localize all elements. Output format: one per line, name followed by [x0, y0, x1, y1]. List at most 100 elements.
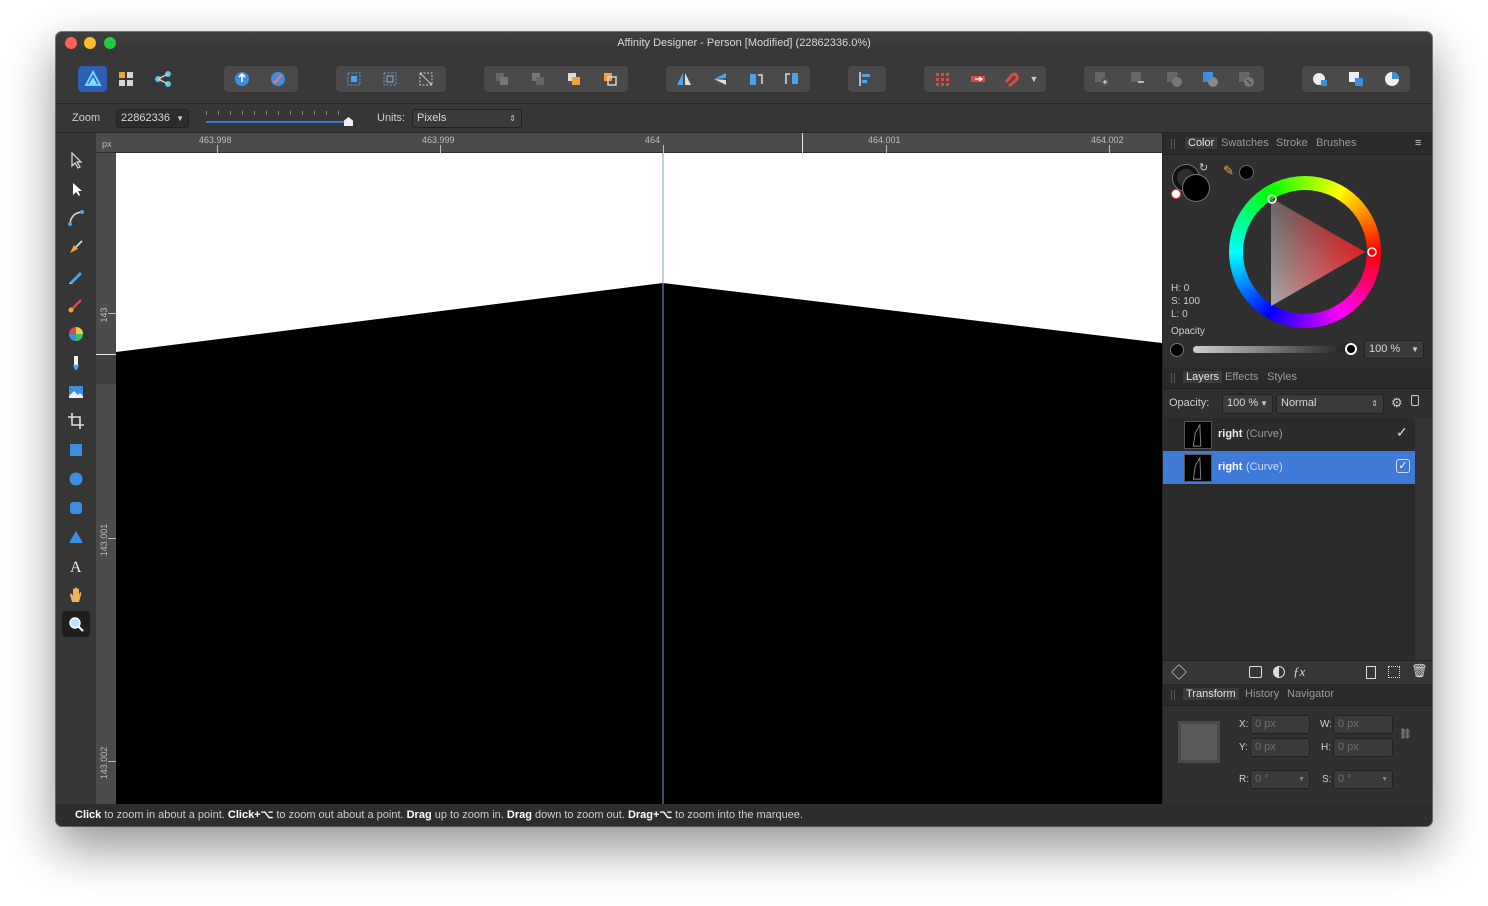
- artboard-tool[interactable]: [62, 408, 90, 434]
- x-field[interactable]: 0 px: [1250, 715, 1310, 734]
- view-tool[interactable]: [62, 582, 90, 608]
- fill-swatch[interactable]: [1183, 175, 1209, 201]
- insert-top-button[interactable]: [1374, 66, 1410, 92]
- move-back-one-button[interactable]: [520, 66, 556, 92]
- rotation-field[interactable]: 0 ° ▼: [1250, 770, 1310, 789]
- tab-transform[interactable]: Transform: [1183, 688, 1239, 700]
- text-tool[interactable]: A: [62, 553, 90, 579]
- layers-scrollbar[interactable]: [1415, 418, 1432, 660]
- panel-grip[interactable]: [1171, 139, 1175, 149]
- no-fill-icon[interactable]: [1171, 189, 1181, 199]
- add-group-icon[interactable]: [1388, 666, 1400, 678]
- shear-field[interactable]: 0 ° ▼: [1333, 770, 1393, 789]
- force-pixel-alignment-button[interactable]: [960, 66, 996, 92]
- flip-horizontal-button[interactable]: [666, 66, 702, 92]
- fx-icon[interactable]: ƒx: [1293, 664, 1305, 680]
- add-boolean-button[interactable]: [1084, 66, 1120, 92]
- canvas[interactable]: [116, 153, 1162, 804]
- divide-boolean-button[interactable]: [1228, 66, 1264, 92]
- visibility-checkbox[interactable]: ✓: [1396, 459, 1410, 473]
- tab-color[interactable]: Color: [1185, 137, 1218, 149]
- y-field[interactable]: 0 px: [1250, 738, 1310, 757]
- add-layer-icon[interactable]: [1366, 666, 1376, 679]
- insert-inside-button[interactable]: [1302, 66, 1338, 92]
- swap-colors-icon[interactable]: ↻: [1199, 161, 1208, 174]
- zoom-slider-thumb[interactable]: [344, 117, 353, 126]
- share-button[interactable]: [224, 66, 260, 92]
- node-tool[interactable]: [62, 176, 90, 202]
- corner-tool[interactable]: [62, 205, 90, 231]
- panel-menu-icon[interactable]: ≡: [1415, 137, 1421, 149]
- adjustment-layer-icon[interactable]: [1273, 666, 1285, 678]
- vector-brush-tool[interactable]: [62, 292, 90, 318]
- tab-history[interactable]: History: [1245, 688, 1279, 700]
- snapping-options-dropdown[interactable]: ▼: [1026, 66, 1042, 92]
- tab-effects[interactable]: Effects: [1225, 371, 1258, 383]
- xor-boolean-button[interactable]: [1192, 66, 1228, 92]
- intersect-boolean-button[interactable]: [1156, 66, 1192, 92]
- triangle-tool[interactable]: [62, 524, 90, 550]
- color-triangle[interactable]: [1229, 176, 1381, 328]
- lock-icon[interactable]: [1411, 395, 1419, 406]
- visibility-checkmark-icon[interactable]: ✓: [1396, 424, 1408, 441]
- assistant-button[interactable]: [260, 66, 296, 92]
- insert-behind-button[interactable]: [1338, 66, 1374, 92]
- move-to-back-button[interactable]: [484, 66, 520, 92]
- tab-brushes[interactable]: Brushes: [1316, 137, 1356, 149]
- subtract-boolean-button[interactable]: [1120, 66, 1156, 92]
- opacity-field[interactable]: 100 % ▼: [1364, 340, 1424, 359]
- designer-persona-button[interactable]: [78, 66, 108, 92]
- h-field[interactable]: 0 px: [1333, 738, 1393, 757]
- move-to-front-button[interactable]: [592, 66, 628, 92]
- zoom-tool[interactable]: [62, 611, 90, 637]
- invert-selection-button[interactable]: [408, 66, 444, 92]
- rectangle-tool[interactable]: [62, 437, 90, 463]
- layer-row[interactable]: right (Curve) ✓: [1163, 451, 1415, 484]
- snapping-button[interactable]: [996, 66, 1026, 92]
- tab-styles[interactable]: Styles: [1267, 371, 1297, 383]
- flip-vertical-button[interactable]: [702, 66, 738, 92]
- deselect-button[interactable]: [372, 66, 408, 92]
- minimize-window-button[interactable]: [84, 37, 96, 49]
- move-tool[interactable]: [62, 147, 90, 173]
- mask-layer-icon[interactable]: [1249, 666, 1262, 678]
- zoom-slider[interactable]: [202, 110, 356, 128]
- place-image-tool[interactable]: [62, 379, 90, 405]
- tab-layers[interactable]: Layers: [1183, 371, 1223, 383]
- zoom-field[interactable]: 22862336 ▼: [116, 109, 189, 128]
- link-ratio-icon[interactable]: ⛓: [1399, 729, 1412, 740]
- layer-settings-gear-icon[interactable]: ⚙: [1391, 395, 1403, 411]
- rounded-rectangle-tool[interactable]: [62, 495, 90, 521]
- layer-opacity-field[interactable]: 100 % ▼: [1222, 394, 1273, 414]
- move-forward-one-button[interactable]: [556, 66, 592, 92]
- w-field[interactable]: 0 px: [1333, 715, 1393, 734]
- horizontal-ruler[interactable]: px 463.998 463.999 464 464.001 464.002: [96, 133, 1162, 153]
- layers-stack-icon[interactable]: [1171, 664, 1187, 680]
- vertical-ruler[interactable]: 143 143.001 143.002: [96, 153, 116, 804]
- trash-icon[interactable]: 🗑: [1411, 663, 1428, 679]
- opacity-slider-thumb[interactable]: [1345, 343, 1357, 355]
- pen-tool[interactable]: [62, 234, 90, 260]
- transparency-tool[interactable]: [62, 350, 90, 376]
- panel-grip[interactable]: [1171, 373, 1175, 383]
- panel-grip[interactable]: [1171, 690, 1175, 700]
- tab-swatches[interactable]: Swatches: [1221, 137, 1269, 149]
- align-button[interactable]: [848, 66, 884, 92]
- opacity-slider[interactable]: [1193, 343, 1357, 355]
- layer-row[interactable]: right (Curve) ✓: [1163, 418, 1415, 451]
- fill-tool[interactable]: [62, 321, 90, 347]
- blend-mode-select[interactable]: Normal ⇕: [1276, 394, 1384, 414]
- close-window-button[interactable]: [65, 37, 77, 49]
- pixel-persona-button[interactable]: [107, 66, 144, 92]
- units-select[interactable]: Pixels ⇕: [412, 109, 522, 128]
- tab-stroke[interactable]: Stroke: [1276, 137, 1308, 149]
- anchor-selector[interactable]: [1181, 724, 1217, 760]
- export-persona-button[interactable]: [145, 66, 182, 92]
- ellipse-tool[interactable]: [62, 466, 90, 492]
- rotate-right-button[interactable]: [774, 66, 810, 92]
- select-all-button[interactable]: [336, 66, 372, 92]
- rotate-left-button[interactable]: [738, 66, 774, 92]
- pencil-tool[interactable]: [62, 263, 90, 289]
- grid-snap-button[interactable]: [924, 66, 960, 92]
- zoom-window-button[interactable]: [104, 37, 116, 49]
